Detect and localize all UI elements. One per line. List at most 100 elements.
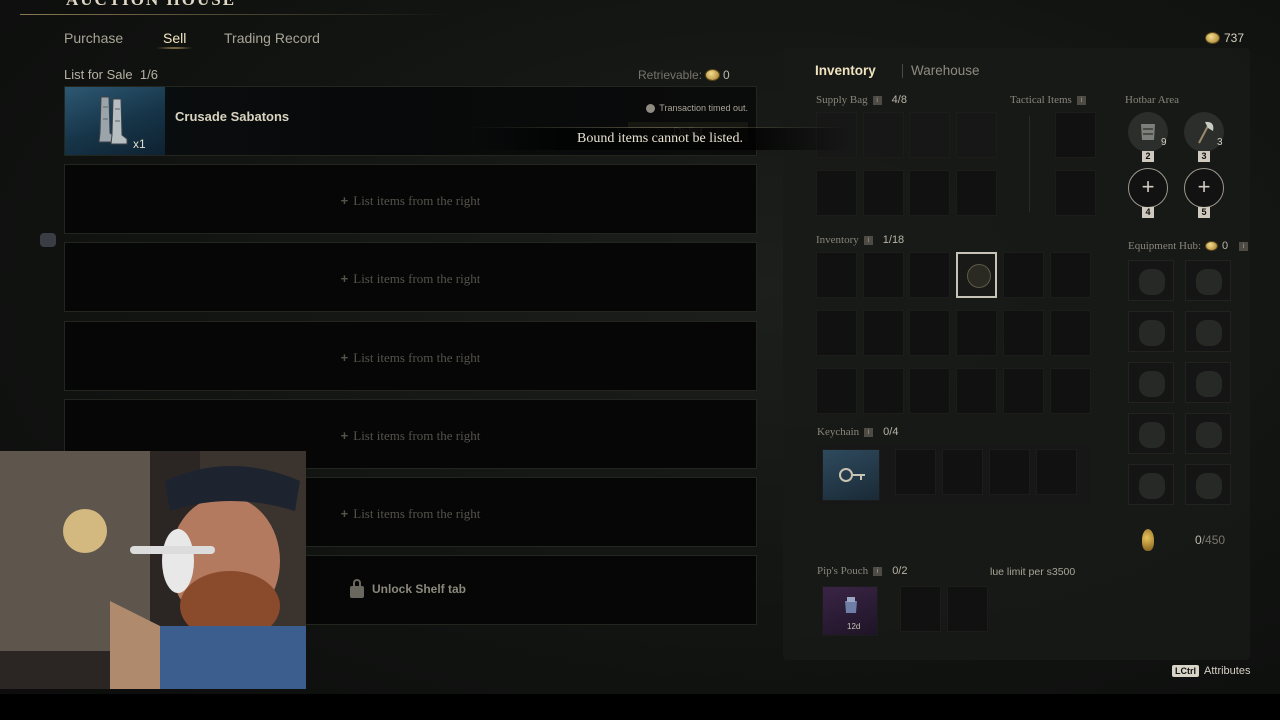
pips-pouch-header: Pip's Pouch i 0/2 bbox=[817, 565, 907, 577]
item-quantity: x1 bbox=[133, 137, 146, 151]
inventory-slot[interactable] bbox=[1050, 368, 1091, 414]
keychain-slot[interactable] bbox=[895, 449, 936, 495]
equipment-offhand-slot[interactable] bbox=[1128, 311, 1174, 352]
keychain-slot[interactable] bbox=[942, 449, 983, 495]
tactical-item-slot[interactable] bbox=[1055, 170, 1096, 216]
transaction-status: Transaction timed out. bbox=[646, 103, 748, 113]
inventory-slot[interactable] bbox=[909, 252, 950, 298]
inventory-slot[interactable] bbox=[956, 368, 997, 414]
pips-pouch-slot-item[interactable]: 12d bbox=[822, 586, 878, 636]
retrievable-value: 0 bbox=[723, 68, 730, 82]
hotbar-add-button[interactable]: + bbox=[1184, 168, 1224, 208]
legs-icon bbox=[1196, 422, 1222, 448]
inventory-slot[interactable] bbox=[1003, 368, 1044, 414]
equipment-necklace-slot[interactable] bbox=[1128, 362, 1174, 403]
equipment-legs-slot[interactable] bbox=[1185, 413, 1231, 454]
equipment-ring-slot[interactable] bbox=[1128, 413, 1174, 454]
inventory-slot[interactable] bbox=[816, 310, 857, 356]
empty-slot-text: + List items from the right bbox=[65, 271, 756, 287]
tab-inventory[interactable]: Inventory bbox=[815, 63, 876, 78]
info-icon[interactable]: i bbox=[1239, 241, 1249, 251]
supply-bag-slot[interactable] bbox=[956, 170, 997, 216]
keychain-slot[interactable] bbox=[989, 449, 1030, 495]
notification-toast: Bound items cannot be listed. bbox=[470, 128, 850, 150]
tab-purchase[interactable]: Purchase bbox=[64, 30, 123, 46]
inventory-slot[interactable] bbox=[909, 310, 950, 356]
supply-bag-slot[interactable] bbox=[909, 112, 950, 158]
equipment-helmet-slot[interactable] bbox=[1185, 260, 1231, 301]
attributes-hint[interactable]: LCtrl Attributes bbox=[1172, 665, 1250, 677]
empty-slot-text: + List items from the right bbox=[65, 350, 756, 366]
inventory-slot-selected[interactable] bbox=[956, 252, 997, 298]
hotbar-add-button[interactable]: + bbox=[1128, 168, 1168, 208]
plus-icon: + bbox=[340, 350, 349, 365]
equipment-gloves-slot[interactable] bbox=[1185, 362, 1231, 403]
tab-trading-record[interactable]: Trading Record bbox=[224, 30, 320, 46]
pips-pouch-slot[interactable] bbox=[900, 586, 941, 632]
empty-slot-label: List items from the right bbox=[353, 193, 481, 208]
tab-sell[interactable]: Sell bbox=[154, 30, 195, 49]
weight-readout: 0/450 bbox=[1195, 533, 1225, 547]
inventory-slot[interactable] bbox=[956, 310, 997, 356]
cape-icon bbox=[1139, 473, 1165, 499]
offhand-icon bbox=[1139, 320, 1165, 346]
inventory-slot[interactable] bbox=[863, 310, 904, 356]
equipment-cape-slot[interactable] bbox=[1128, 464, 1174, 505]
equipment-boots-slot[interactable] bbox=[1185, 464, 1231, 505]
inventory-slot[interactable] bbox=[1050, 310, 1091, 356]
hotbar-qty: 3 bbox=[1217, 137, 1223, 148]
unlock-shelf: Unlock Shelf tab bbox=[350, 579, 467, 598]
boots-icon bbox=[1196, 473, 1222, 499]
inventory-slot[interactable] bbox=[863, 252, 904, 298]
empty-sale-slot[interactable]: + List items from the right bbox=[64, 242, 757, 312]
supply-bag-slot[interactable] bbox=[909, 170, 950, 216]
inventory-slot[interactable] bbox=[816, 368, 857, 414]
hotbar-header: Hotbar Area bbox=[1125, 94, 1179, 106]
bottom-letterbox bbox=[0, 694, 1280, 720]
info-icon[interactable]: i bbox=[864, 427, 874, 437]
inventory-slot[interactable] bbox=[909, 368, 950, 414]
supply-bag-slot[interactable] bbox=[863, 170, 904, 216]
keychain-slot-item[interactable] bbox=[822, 449, 880, 501]
status-text: Transaction timed out. bbox=[659, 103, 748, 113]
keychain-count: 0/4 bbox=[883, 426, 899, 438]
keychain-label: Keychain bbox=[817, 426, 860, 438]
inventory-label: Inventory bbox=[816, 234, 859, 246]
keychain-slot[interactable] bbox=[1036, 449, 1077, 495]
info-icon[interactable]: i bbox=[873, 566, 883, 576]
empty-slot-text: + List items from the right bbox=[65, 193, 756, 209]
empty-sale-slot[interactable]: + List items from the right bbox=[64, 321, 757, 391]
info-icon[interactable]: i bbox=[863, 235, 873, 245]
inventory-slot[interactable] bbox=[816, 252, 857, 298]
item-name: Crusade Sabatons bbox=[175, 109, 290, 124]
supply-bag-header: Supply Bag i 4/8 bbox=[816, 94, 907, 106]
empty-sale-slot[interactable]: + List items from the right bbox=[64, 164, 757, 234]
plus-icon: + bbox=[340, 428, 349, 443]
plus-icon: + bbox=[1141, 174, 1155, 199]
hotbar-key: 2 bbox=[1142, 151, 1154, 162]
unlock-shelf-label: Unlock Shelf tab bbox=[372, 582, 467, 596]
equipment-hub-value: 0 bbox=[1222, 240, 1229, 252]
title-divider bbox=[20, 14, 450, 15]
inventory-slot[interactable] bbox=[1050, 252, 1091, 298]
info-icon[interactable]: i bbox=[1076, 95, 1086, 105]
gold-amount: 737 bbox=[1223, 31, 1244, 45]
info-icon[interactable]: i bbox=[872, 95, 882, 105]
empty-slot-label: List items from the right bbox=[353, 350, 481, 365]
equipment-weapon-slot[interactable] bbox=[1128, 260, 1174, 301]
supply-bag-slot[interactable] bbox=[863, 112, 904, 158]
supply-bag-slot[interactable] bbox=[816, 170, 857, 216]
gold-coin-icon bbox=[1205, 33, 1219, 43]
sabatons-icon bbox=[98, 96, 128, 145]
hotbar-key: 4 bbox=[1142, 207, 1154, 218]
pips-pouch-slot[interactable] bbox=[947, 586, 988, 632]
inventory-slot[interactable] bbox=[863, 368, 904, 414]
equipment-chest-slot[interactable] bbox=[1185, 311, 1231, 352]
inventory-slot[interactable] bbox=[1003, 252, 1044, 298]
inventory-slot[interactable] bbox=[1003, 310, 1044, 356]
tactical-item-slot[interactable] bbox=[1055, 112, 1096, 158]
tab-warehouse[interactable]: Warehouse bbox=[911, 63, 980, 78]
hotbar-label: Hotbar Area bbox=[1125, 94, 1180, 106]
supply-bag-slot[interactable] bbox=[956, 112, 997, 158]
weight-pouch-icon bbox=[1142, 529, 1154, 551]
